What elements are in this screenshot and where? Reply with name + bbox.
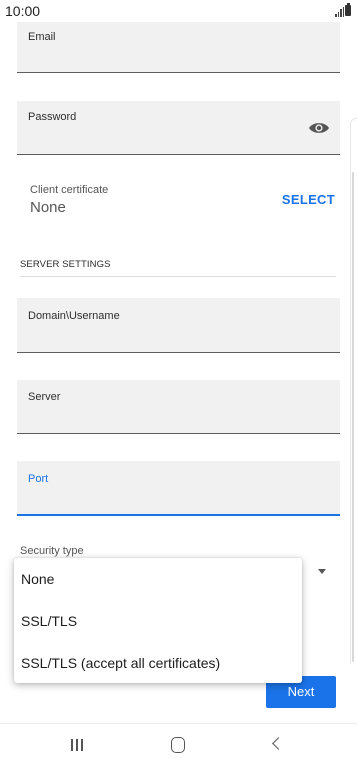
status-bar: 10:00: [0, 0, 357, 22]
password-field-label: Password: [28, 111, 77, 123]
account-setup-screen: 10:00 Email Password Client certificate …: [0, 0, 357, 765]
email-field[interactable]: Email: [17, 22, 340, 73]
dropdown-arrow-icon[interactable]: [318, 569, 326, 574]
server-settings-title: SERVER SETTINGS: [20, 259, 111, 270]
port-field-label: Port: [28, 473, 49, 485]
password-field[interactable]: Password: [17, 101, 340, 155]
select-certificate-button[interactable]: SELECT: [282, 192, 335, 207]
domain-username-field[interactable]: Domain\Username: [17, 298, 340, 353]
security-type-label: Security type: [20, 545, 84, 557]
domain-username-field-label: Domain\Username: [28, 310, 120, 322]
menu-item-none[interactable]: None: [21, 571, 54, 587]
client-certificate-value: None: [30, 199, 66, 216]
navigation-bar: [0, 724, 357, 765]
menu-item-ssl-tls-accept-all[interactable]: SSL/TLS (accept all certificates): [21, 655, 220, 671]
status-time: 10:00: [5, 3, 41, 19]
home-icon[interactable]: [171, 737, 185, 753]
port-field[interactable]: Port: [17, 461, 340, 516]
section-divider: [20, 276, 336, 277]
server-field[interactable]: Server: [17, 380, 340, 434]
recent-apps-icon[interactable]: [70, 739, 84, 751]
security-type-menu: None SSL/TLS SSL/TLS (accept all certifi…: [14, 558, 302, 683]
battery-icon: [345, 3, 351, 16]
scrollbar[interactable]: [352, 172, 354, 662]
back-icon[interactable]: [272, 737, 285, 750]
email-field-label: Email: [28, 31, 56, 43]
client-certificate-label: Client certificate: [30, 184, 109, 196]
eye-icon[interactable]: [308, 121, 330, 135]
menu-item-ssl-tls[interactable]: SSL/TLS: [21, 613, 77, 629]
status-icons: [327, 3, 351, 17]
server-field-label: Server: [28, 391, 61, 403]
